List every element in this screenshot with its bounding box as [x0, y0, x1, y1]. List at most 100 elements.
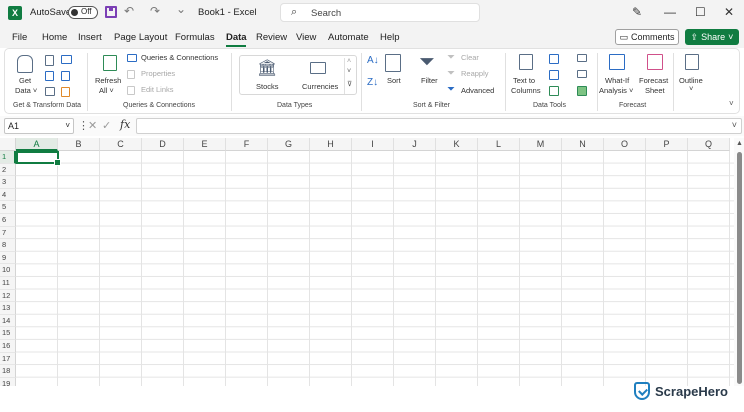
refresh-all-icon[interactable]	[103, 55, 117, 71]
row-header[interactable]: 7	[0, 226, 16, 240]
cancel-icon[interactable]: ✕	[88, 119, 97, 132]
collapse-ribbon-icon[interactable]: ˅	[729, 99, 734, 108]
consolidate-icon[interactable]	[577, 54, 587, 62]
relationships-icon[interactable]	[577, 70, 587, 78]
row-header[interactable]: 3	[0, 176, 16, 189]
save-icon[interactable]	[105, 6, 117, 18]
column-header[interactable]: B	[58, 138, 100, 151]
undo-icon[interactable]: ↶	[124, 4, 134, 18]
pen-icon[interactable]: ✎	[632, 5, 642, 19]
column-header[interactable]: G	[268, 138, 310, 151]
flash-fill-icon[interactable]	[549, 54, 559, 64]
edit-links-label[interactable]: Edit Links	[141, 85, 174, 94]
from-web-icon[interactable]	[61, 55, 72, 64]
column-header[interactable]: K	[436, 138, 478, 151]
row-header[interactable]: 5	[0, 201, 16, 214]
sort-a-z-icon[interactable]: A↓	[367, 55, 379, 66]
column-header[interactable]: H	[310, 138, 352, 151]
edit-links-icon[interactable]	[127, 86, 135, 95]
enter-icon[interactable]: ✓	[102, 119, 111, 132]
text-to-columns-icon[interactable]	[519, 54, 533, 70]
stocks-icon[interactable]: 🏛	[257, 58, 277, 78]
chevron-down-icon[interactable]: ˅	[689, 84, 693, 93]
comments-button[interactable]: ▭ Comments	[615, 29, 679, 45]
insert-function-icon[interactable]: fx	[120, 118, 130, 131]
what-if-label-1[interactable]: What-If	[605, 76, 629, 85]
properties-label[interactable]: Properties	[141, 69, 175, 78]
row-header[interactable]: 16	[0, 340, 16, 353]
chevron-down-icon[interactable]: ˅	[347, 68, 351, 75]
column-header[interactable]: D	[142, 138, 184, 151]
what-if-analysis-icon[interactable]	[609, 54, 625, 70]
tab-formulas[interactable]: Formulas	[175, 32, 215, 43]
text-to-columns-label-1[interactable]: Text to	[513, 76, 535, 85]
minimize-button[interactable]: —	[664, 5, 676, 19]
column-header[interactable]: L	[478, 138, 520, 151]
what-if-label-2[interactable]: Analysis ˅	[599, 86, 633, 95]
search-box[interactable]: ⌕ Search	[280, 3, 480, 22]
share-button[interactable]: ⇪ Share ˅	[685, 29, 739, 45]
forecast-sheet-label-1[interactable]: Forecast	[639, 76, 668, 85]
row-header[interactable]: 19	[0, 377, 16, 386]
maximize-button[interactable]: ☐	[695, 5, 706, 19]
row-header[interactable]: 17	[0, 352, 16, 366]
column-header[interactable]: Q	[688, 138, 730, 151]
remove-duplicates-icon[interactable]	[549, 70, 559, 80]
row-header[interactable]: 11	[0, 277, 16, 290]
tab-home[interactable]: Home	[42, 32, 67, 43]
name-box[interactable]: A1 ˅	[4, 118, 74, 134]
column-header[interactable]: M	[520, 138, 562, 151]
redo-icon[interactable]: ↷	[150, 4, 160, 18]
currencies-icon[interactable]	[310, 62, 326, 74]
sort-icon[interactable]	[385, 54, 401, 72]
queries-connections-icon[interactable]	[127, 54, 137, 62]
row-header[interactable]: 8	[0, 239, 16, 252]
refresh-label-2[interactable]: All ˅	[99, 86, 114, 95]
sort-z-a-icon[interactable]: Z↓	[367, 77, 378, 88]
data-model-icon[interactable]	[577, 86, 587, 96]
scroll-up-icon[interactable]: ▲	[736, 140, 743, 147]
stocks-label[interactable]: Stocks	[256, 82, 279, 91]
row-header[interactable]: 2	[0, 163, 16, 177]
tab-file[interactable]: File	[12, 32, 27, 43]
close-button[interactable]: ✕	[724, 5, 734, 19]
clear-label[interactable]: Clear	[461, 53, 479, 62]
forecast-sheet-icon[interactable]	[647, 54, 663, 70]
properties-icon[interactable]	[127, 70, 135, 79]
text-to-columns-label-2[interactable]: Columns	[511, 86, 541, 95]
formula-input[interactable]: ˅	[136, 118, 742, 134]
row-header[interactable]: 15	[0, 327, 16, 340]
row-header[interactable]: 4	[0, 188, 16, 202]
row-header[interactable]: 1	[0, 151, 16, 164]
existing-connections-icon[interactable]	[45, 87, 55, 96]
get-data-label-2[interactable]: Data ˅	[15, 86, 37, 95]
active-cell-a1[interactable]	[16, 151, 61, 166]
chevron-down-icon[interactable]: ˅	[65, 121, 70, 130]
queries-connections-label[interactable]: Queries & Connections	[141, 53, 218, 62]
expand-formula-bar-icon[interactable]: ˅	[732, 120, 737, 130]
advanced-filter-icon[interactable]: ⏷	[447, 84, 455, 95]
filter-label[interactable]: Filter	[421, 76, 438, 85]
row-header[interactable]: 14	[0, 314, 16, 328]
row-header[interactable]: 6	[0, 214, 16, 227]
column-header[interactable]: O	[604, 138, 646, 151]
row-header[interactable]: 10	[0, 264, 16, 277]
tab-insert[interactable]: Insert	[78, 32, 102, 43]
tab-automate[interactable]: Automate	[328, 32, 369, 43]
row-header[interactable]: 13	[0, 302, 16, 315]
row-header[interactable]: 9	[0, 251, 16, 265]
from-database-icon[interactable]	[61, 87, 70, 97]
get-data-label-1[interactable]: Get	[19, 76, 31, 85]
from-table-range-icon[interactable]	[45, 71, 54, 81]
vertical-scrollbar[interactable]: ▲	[734, 138, 744, 386]
tab-page-layout[interactable]: Page Layout	[114, 32, 167, 43]
tab-view[interactable]: View	[296, 32, 316, 43]
column-header[interactable]: J	[394, 138, 436, 151]
get-data-icon[interactable]	[17, 55, 33, 73]
column-header[interactable]: E	[184, 138, 226, 151]
chevron-up-icon[interactable]: ˄	[347, 58, 351, 65]
currencies-label[interactable]: Currencies	[302, 82, 338, 91]
advanced-label[interactable]: Advanced	[461, 86, 494, 95]
scroll-thumb[interactable]	[737, 152, 742, 384]
forecast-sheet-label-2[interactable]: Sheet	[645, 86, 665, 95]
